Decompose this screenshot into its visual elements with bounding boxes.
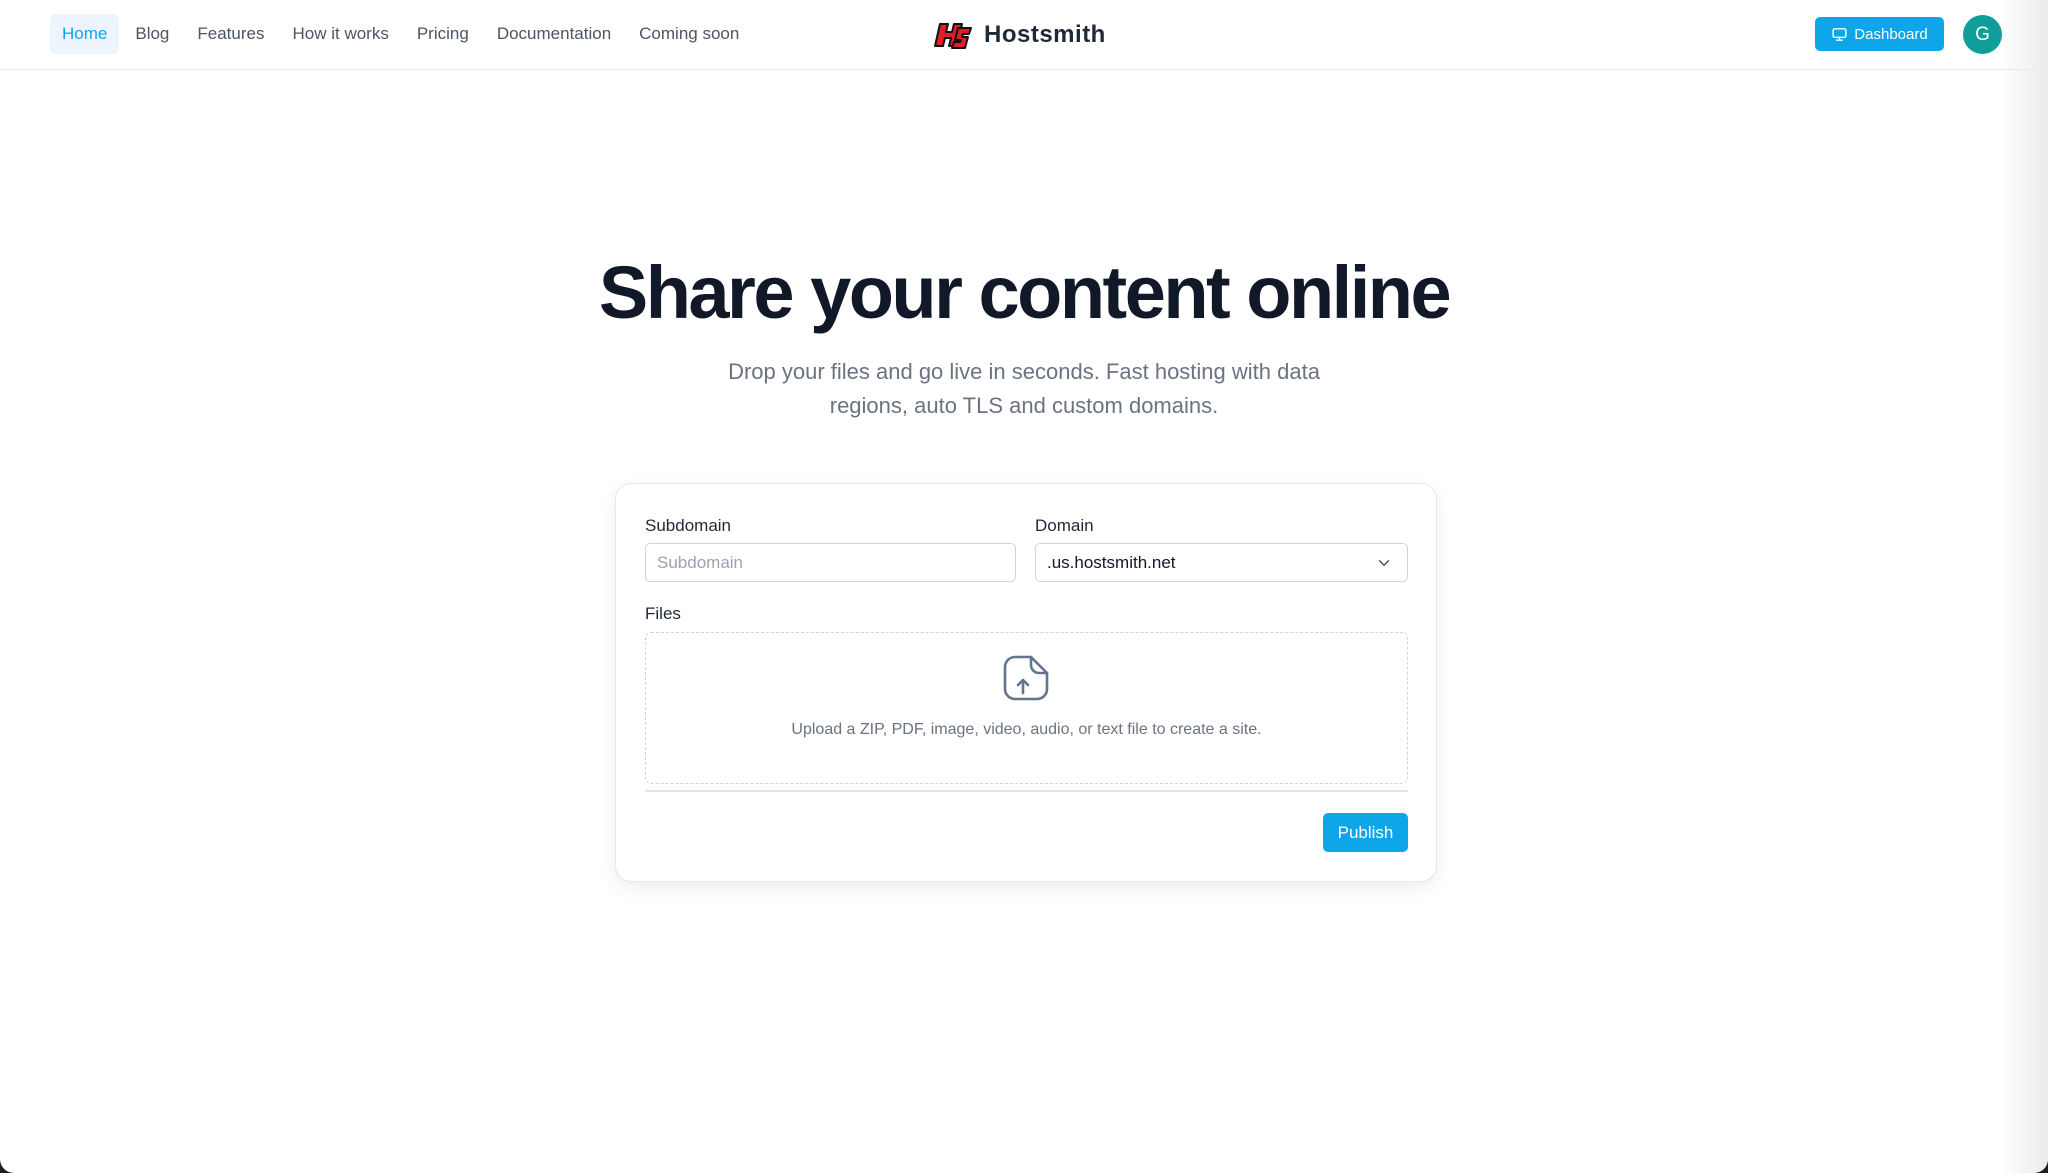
dropzone-text: Upload a ZIP, PDF, image, video, audio, … — [791, 721, 1262, 738]
hero-subtitle: Drop your files and go live in seconds. … — [728, 359, 1320, 418]
domain-label: Domain — [1035, 516, 1094, 535]
hero-title: Share your content online — [598, 251, 1452, 334]
publish-card: Subdomain Domain .us.hostsmith.net Files… — [615, 483, 1437, 882]
app-window: Home Blog Features How it works Pricing … — [0, 0, 2048, 1173]
monitor-icon — [1832, 27, 1847, 41]
domain-selected-value: .us.hostsmith.net — [1047, 552, 1176, 572]
form-divider — [645, 790, 1408, 792]
subdomain-label: Subdomain — [645, 516, 732, 535]
nav-links: Home Blog Features How it works Pricing … — [50, 14, 751, 54]
brand-home-link[interactable]: Hostsmith — [934, 17, 1106, 53]
hs-logo-icon — [934, 23, 972, 49]
publish-button[interactable]: Publish — [1323, 813, 1408, 852]
nav-blog[interactable]: Blog — [123, 14, 181, 54]
user-avatar[interactable]: G — [1963, 15, 2002, 54]
nav-documentation[interactable]: Documentation — [485, 14, 623, 54]
dashboard-label: Dashboard — [1854, 25, 1928, 43]
files-label: Files — [645, 604, 681, 623]
brand-name: Hostsmith — [984, 21, 1106, 48]
file-dropzone[interactable]: Upload a ZIP, PDF, image, video, audio, … — [645, 632, 1408, 784]
dashboard-button[interactable]: Dashboard — [1815, 17, 1944, 51]
nav-home[interactable]: Home — [50, 14, 120, 54]
nav-coming-soon[interactable]: Coming soon — [627, 14, 751, 54]
file-upload-icon — [1003, 655, 1049, 701]
nav-how-it-works[interactable]: How it works — [280, 14, 400, 54]
domain-select[interactable]: .us.hostsmith.net — [1035, 543, 1408, 582]
nav-pricing[interactable]: Pricing — [405, 14, 481, 54]
nav-features[interactable]: Features — [185, 14, 276, 54]
subdomain-input[interactable] — [645, 543, 1016, 582]
window-edge-shadow — [2000, 0, 2048, 1173]
top-navbar: Home Blog Features How it works Pricing … — [0, 0, 2048, 70]
chevron-down-icon — [1378, 560, 1390, 566]
